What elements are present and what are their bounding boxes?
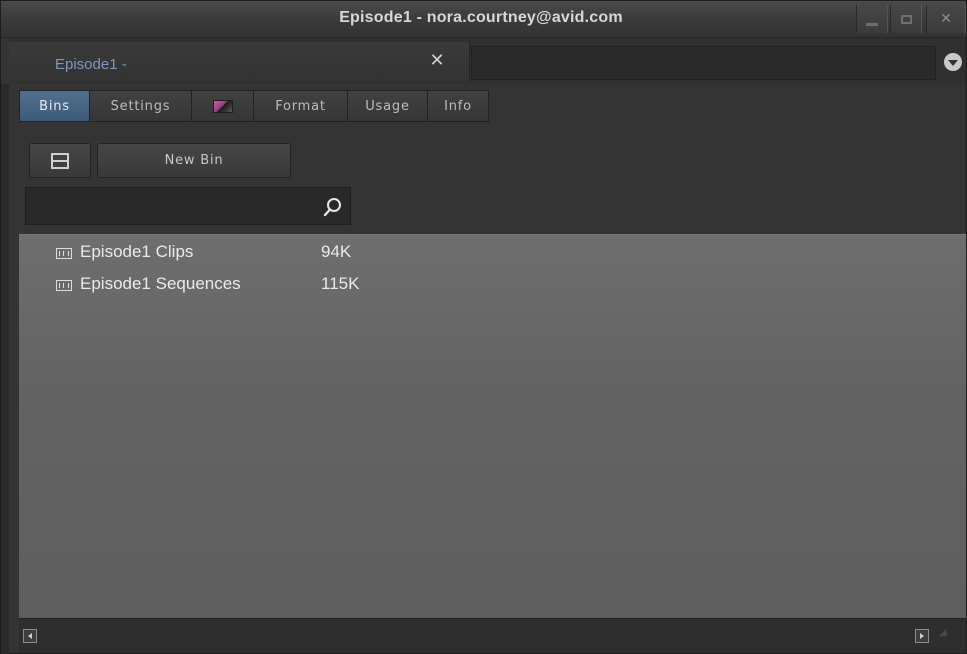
subtab-usage[interactable]: Usage <box>347 90 427 122</box>
bin-size: 115K <box>321 274 360 293</box>
empty-tab-area <box>471 46 936 80</box>
horizontal-scrollbar[interactable]: ◢ <box>19 618 966 653</box>
search-box <box>25 187 351 225</box>
window-title: Episode1 - nora.courtney@avid.com <box>339 9 623 26</box>
window-left-edge <box>1 84 9 654</box>
resize-grip-icon[interactable]: ◢ <box>939 627 959 647</box>
subtab-format[interactable]: Format <box>253 90 347 122</box>
tab-close-icon[interactable]: ✕ <box>427 51 447 71</box>
close-icon: ✕ <box>940 11 952 27</box>
subtab-settings[interactable]: Settings <box>89 90 191 122</box>
maximize-icon <box>900 14 912 24</box>
bin-icon <box>56 280 72 291</box>
subtab-label: Format <box>275 98 326 114</box>
chevron-down-circle-icon[interactable] <box>944 53 962 71</box>
bin-icon <box>56 248 72 259</box>
bin-list[interactable]: Episode1 Clips 94K Episode1 Sequences 11… <box>19 234 966 618</box>
scroll-left-button[interactable] <box>23 629 37 643</box>
maximize-button[interactable] <box>890 5 922 33</box>
tab-bar: Episode1 - ✕ <box>9 38 966 84</box>
color-swatch-icon <box>212 99 233 113</box>
project-subtabs: Bins Settings Format Usage Info <box>19 90 489 122</box>
minimize-icon <box>866 22 878 26</box>
tab-label: Episode1 - <box>55 56 127 73</box>
tab-episode1[interactable]: Episode1 - ✕ <box>9 42 470 82</box>
project-window: Episode1 - nora.courtney@avid.com ✕ Epis… <box>0 0 967 654</box>
subtab-label: Info <box>444 98 472 114</box>
view-toggle-button[interactable] <box>29 143 91 178</box>
subtab-color[interactable] <box>191 90 253 122</box>
bin-name: Episode1 Clips <box>80 242 194 261</box>
subtab-label: Usage <box>365 98 410 114</box>
split-view-icon <box>51 152 69 169</box>
bin-name: Episode1 Sequences <box>80 274 241 293</box>
bin-size: 94K <box>321 242 352 261</box>
title-bar[interactable]: Episode1 - nora.courtney@avid.com ✕ <box>1 1 966 38</box>
arrow-right-icon <box>920 633 924 639</box>
minimize-button[interactable] <box>856 5 888 33</box>
search-icon[interactable] <box>322 196 344 218</box>
bin-row[interactable]: Episode1 Sequences 115K <box>19 269 966 299</box>
subtab-label: Settings <box>110 98 171 114</box>
close-window-button[interactable]: ✕ <box>926 5 966 33</box>
search-input[interactable] <box>30 192 314 222</box>
arrow-left-icon <box>28 633 32 639</box>
subtab-bins[interactable]: Bins <box>19 90 89 122</box>
scroll-right-button[interactable] <box>915 629 929 643</box>
subtab-info[interactable]: Info <box>427 90 489 122</box>
new-bin-button[interactable]: New Bin <box>97 143 291 178</box>
bin-row[interactable]: Episode1 Clips 94K <box>19 237 966 267</box>
subtab-label: Bins <box>39 98 70 114</box>
